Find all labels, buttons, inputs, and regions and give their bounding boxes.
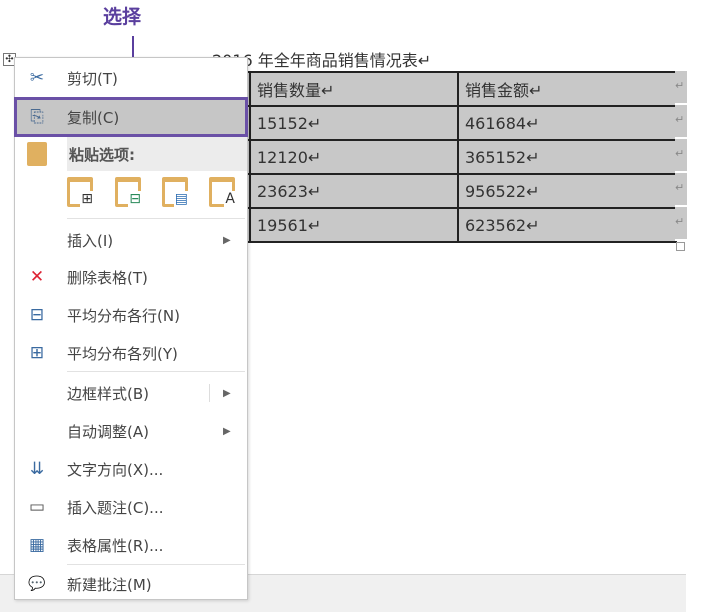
- row-end-mark: ↵: [675, 173, 687, 207]
- menu-item-label: 平均分布各行(N): [67, 306, 180, 325]
- insert-caption-icon: ▭: [28, 497, 46, 517]
- menu-item-label: 自动调整(A): [67, 422, 149, 441]
- table-cell[interactable]: 销售数量↵: [249, 71, 459, 107]
- table-cell[interactable]: 15152↵: [249, 105, 459, 141]
- text-direction-icon: ⇊: [29, 459, 45, 479]
- menu-item-insert[interactable]: 插入(I) ▶: [15, 221, 247, 259]
- menu-separator: [67, 371, 245, 372]
- menu-separator: [67, 218, 245, 219]
- new-comment-icon: 💬: [28, 576, 46, 592]
- menu-item-label: 插入题注(C)...: [67, 498, 164, 517]
- distribute-rows-icon: ⊟: [29, 305, 45, 325]
- menu-item-distribute-columns[interactable]: ⊞ 平均分布各列(Y): [15, 334, 247, 372]
- menu-item-border-styles[interactable]: 边框样式(B) ▶: [15, 374, 247, 412]
- menu-item-label: 插入(I): [67, 231, 114, 250]
- delete-table-icon: ✕: [29, 267, 45, 287]
- paste-merge-table-icon[interactable]: ⊟: [115, 177, 142, 207]
- menu-item-label: 删除表格(T): [67, 268, 148, 287]
- copy-icon: ⎘: [30, 107, 44, 127]
- table-cell[interactable]: 销售金额↵: [457, 71, 677, 107]
- clipboard-icon: [27, 142, 47, 166]
- submenu-arrow-icon[interactable]: ▶: [223, 388, 231, 399]
- table-cell[interactable]: 461684↵: [457, 105, 677, 141]
- menu-item-table-properties[interactable]: ▦ 表格属性(R)...: [15, 526, 247, 564]
- menu-item-new-comment[interactable]: 💬 新建批注(M): [15, 565, 247, 603]
- paste-options-header: 粘贴选项:: [67, 137, 247, 171]
- row-end-marks: ↵ ↵ ↵ ↵ ↵: [675, 71, 687, 241]
- table-cell[interactable]: 12120↵: [249, 139, 459, 175]
- table-cell[interactable]: 623562↵: [457, 207, 677, 243]
- menu-item-insert-caption[interactable]: ▭ 插入题注(C)...: [15, 488, 247, 526]
- table-cell[interactable]: 23623↵: [249, 173, 459, 209]
- split-divider: [209, 384, 210, 402]
- menu-item-label: 剪切(T): [67, 69, 118, 88]
- row-end-mark: ↵: [675, 207, 687, 241]
- row-end-mark: ↵: [675, 71, 687, 105]
- row-end-mark: ↵: [675, 139, 687, 173]
- table-cell[interactable]: 365152↵: [457, 139, 677, 175]
- annotation-label: 选择: [103, 6, 142, 28]
- submenu-arrow-icon: ▶: [223, 234, 231, 246]
- menu-item-label: 表格属性(R)...: [67, 536, 164, 555]
- row-end-mark: ↵: [675, 105, 687, 139]
- distribute-columns-icon: ⊞: [29, 343, 45, 363]
- table-properties-icon: ▦: [28, 535, 46, 555]
- context-menu: ✂ 剪切(T) ⎘ 复制(C) 粘贴选项: ⊞ ⊟ ▤ A 插入(I) ▶ ✕ …: [14, 57, 248, 600]
- table-resize-handle[interactable]: [676, 242, 685, 251]
- menu-item-label: 新建批注(M): [67, 575, 152, 594]
- menu-item-label: 边框样式(B): [67, 384, 149, 403]
- table-cell[interactable]: 956522↵: [457, 173, 677, 209]
- menu-item-autofit[interactable]: 自动调整(A) ▶: [15, 412, 247, 450]
- menu-item-delete-table[interactable]: ✕ 删除表格(T): [15, 258, 247, 296]
- menu-item-cut[interactable]: ✂ 剪切(T): [15, 59, 247, 97]
- menu-item-copy[interactable]: ⎘ 复制(C): [14, 97, 248, 137]
- submenu-arrow-icon: ▶: [223, 425, 231, 437]
- menu-item-label: 平均分布各列(Y): [67, 344, 178, 363]
- scissors-icon: ✂: [29, 68, 45, 88]
- paste-text-only-icon[interactable]: A: [209, 177, 236, 207]
- menu-item-text-direction[interactable]: ⇊ 文字方向(X)...: [15, 450, 247, 488]
- paste-insert-rows-icon[interactable]: ▤: [162, 177, 189, 207]
- paste-nested-table-icon[interactable]: ⊞: [67, 177, 94, 207]
- menu-item-label: 文字方向(X)...: [67, 460, 164, 479]
- menu-item-distribute-rows[interactable]: ⊟ 平均分布各行(N): [15, 296, 247, 334]
- table-cell[interactable]: 19561↵: [249, 207, 459, 243]
- menu-item-label: 复制(C): [67, 108, 120, 127]
